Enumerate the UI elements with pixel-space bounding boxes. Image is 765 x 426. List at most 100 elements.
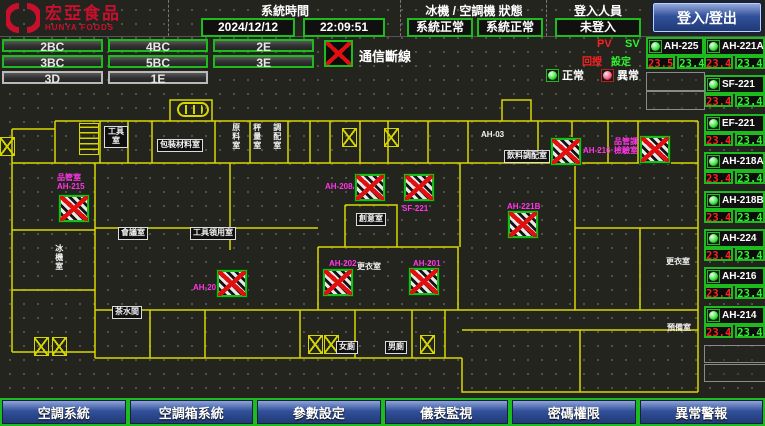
led-glyph: [651, 42, 660, 51]
unit-ef-221-name: EF-221: [722, 118, 755, 129]
led-glyph: [709, 119, 718, 128]
nav-button-5[interactable]: 密碼權限: [512, 400, 636, 424]
floor-button-3d[interactable]: 3D: [2, 71, 103, 84]
unit-ah-216[interactable]: AH-216: [704, 267, 765, 286]
ahu-comm-fail-icon-5[interactable]: [323, 269, 353, 296]
unit-ef-221-values: 23.423.4: [704, 133, 764, 146]
ahu-alarm-label-9: 品管課檢驗室: [614, 137, 638, 155]
unit-ah-224-pv-value: 23.4: [704, 248, 733, 261]
unit-ah-218b-status-led-icon: [707, 194, 720, 207]
unit-ah-225[interactable]: AH-225: [646, 37, 704, 56]
floor-button-3bc[interactable]: 3BC: [2, 55, 103, 68]
brand-name-en: HUNYA FOODS: [45, 24, 121, 32]
shaft-icon-8: [420, 335, 435, 354]
unit-sf-221-status-led-icon: [707, 78, 720, 91]
feedback-label: 回授: [582, 53, 602, 68]
nav-button-3[interactable]: 參數設定: [257, 400, 381, 424]
normal-led-icon: [546, 69, 559, 82]
unit-ah-216-status-led-icon: [707, 270, 720, 283]
unit-ah-225-values: 23.523.4: [646, 56, 703, 69]
ahu-comm-fail-icon-7[interactable]: [508, 211, 538, 238]
unit-ah-224[interactable]: AH-224: [704, 229, 765, 248]
unit-ah-221a[interactable]: AH-221A: [704, 37, 765, 56]
bottom-nav-bar: 空調系統空調箱系統參數設定儀表監視密碼權限異常警報: [2, 400, 763, 424]
unit-ah-214-pv-value: 23.4: [704, 325, 733, 338]
ahu-comm-fail-icon-6[interactable]: [409, 268, 439, 295]
unit-ah-225-status-led-icon: [649, 40, 662, 53]
ahu-comm-fail-icon-9[interactable]: [640, 136, 670, 163]
red-x-mark: [509, 212, 537, 237]
ahu-alarm-label-8: AH-216: [583, 146, 611, 155]
room-label-10: 會議室: [118, 227, 148, 240]
abnormal-led-icon: [601, 69, 614, 82]
unit-ah-218b-name: AH-218B: [722, 195, 764, 206]
login-group: 登入人員 未登入: [546, 0, 649, 36]
floor-button-2bc[interactable]: 2BC: [2, 39, 103, 52]
floor-button-4bc[interactable]: 4BC: [108, 39, 209, 52]
unit-ah-214-status-led-icon: [707, 309, 720, 322]
unit-sf-221[interactable]: SF-221: [704, 75, 765, 94]
nav-button-4[interactable]: 儀表監視: [385, 400, 509, 424]
unit-ah-218b[interactable]: AH-218B: [704, 191, 765, 210]
nav-button-1[interactable]: 空調系統: [2, 400, 126, 424]
unit-ah-221a-sv-value: 23.4: [735, 56, 764, 69]
room-label-15: 冰機室: [54, 244, 63, 271]
floor-button-1e[interactable]: 1E: [108, 71, 209, 84]
red-x-mark: [410, 269, 438, 294]
floor-button-5bc[interactable]: 5BC: [108, 55, 209, 68]
ahu-comm-fail-icon-3[interactable]: [355, 174, 385, 201]
nav-button-2[interactable]: 空調箱系統: [130, 400, 254, 424]
shaft-icon-5: [52, 337, 67, 356]
comm-fail-icon: [324, 40, 353, 67]
room-label-4: 秤量室: [252, 123, 261, 150]
room-label-16: 更衣室: [666, 258, 690, 267]
ahu-comm-fail-icon-1[interactable]: [59, 195, 89, 222]
ahu-comm-fail-icon-4[interactable]: [404, 174, 434, 201]
led-glyph: [709, 157, 718, 166]
floor-select-grid: 2BC 4BC 2E 3BC 5BC 3E 3D 1E: [2, 39, 314, 84]
unit-ah-224-status-led-icon: [707, 232, 720, 245]
header-bar: 宏亞食品 HUNYA FOODS 系統時間 2024/12/12 22:09:5…: [0, 0, 765, 37]
nav-button-6[interactable]: 異常警報: [640, 400, 764, 424]
room-label-2: 包裝材料室: [157, 139, 203, 152]
unit-sf-221-name: SF-221: [722, 79, 755, 90]
brand-name: 宏亞食品: [45, 5, 121, 22]
floor-button-2e[interactable]: 2E: [213, 39, 314, 52]
floor-button-3e[interactable]: 3E: [213, 55, 314, 68]
unit-ah-221a-name: AH-221A: [722, 41, 764, 52]
login-person-label: 登入人員: [547, 2, 649, 19]
unit-ef-221-pv-value: 23.4: [704, 133, 733, 146]
abnormal-legend-label: 異常: [617, 67, 639, 83]
room-label-8: 創意室: [356, 213, 386, 226]
unit-ah-218a-values: 23.423.4: [704, 171, 764, 184]
normal-legend: 正常: [546, 67, 584, 83]
stairs-icon: [79, 123, 99, 155]
ahu-comm-fail-icon-2[interactable]: [217, 270, 247, 297]
ahu-alarm-label-1: 品管室AH-215: [57, 173, 85, 191]
unit-ah-218a[interactable]: AH-218A: [704, 152, 765, 171]
comm-fail-label: 通信斷線: [359, 46, 411, 65]
login-user-field: 未登入: [555, 18, 641, 37]
unit-ah-224-name: AH-224: [722, 233, 756, 244]
ahu-comm-fail-icon-8[interactable]: [551, 138, 581, 165]
unit-ef-221[interactable]: EF-221: [704, 114, 765, 133]
unit-sf-221-pv-value: 23.4: [704, 94, 733, 107]
unit-ah-218a-status-led-icon: [707, 155, 720, 168]
normal-legend-label: 正常: [562, 67, 584, 83]
red-x-mark: [60, 196, 88, 221]
login-logout-button[interactable]: 登入/登出: [653, 3, 761, 32]
unit-ef-221-sv-value: 23.4: [735, 133, 764, 146]
unit-ah-214[interactable]: AH-214: [704, 306, 765, 325]
room-label-6: AH-03: [481, 131, 504, 140]
revolving-door-icon: [177, 102, 209, 117]
empty-slot-3: [704, 345, 765, 363]
red-x-mark: [405, 175, 433, 200]
ahu-alarm-label-5: AH-202: [329, 259, 357, 268]
unit-ah-214-sv-value: 23.4: [735, 325, 764, 338]
unit-ef-221-status-led-icon: [707, 117, 720, 130]
led-glyph: [709, 42, 718, 51]
room-label-7: 飲料調配室: [504, 150, 550, 163]
room-label-12: 茶水間: [112, 306, 142, 319]
unit-ah-216-name: AH-216: [722, 271, 756, 282]
room-label-13: 女廁: [336, 341, 358, 354]
